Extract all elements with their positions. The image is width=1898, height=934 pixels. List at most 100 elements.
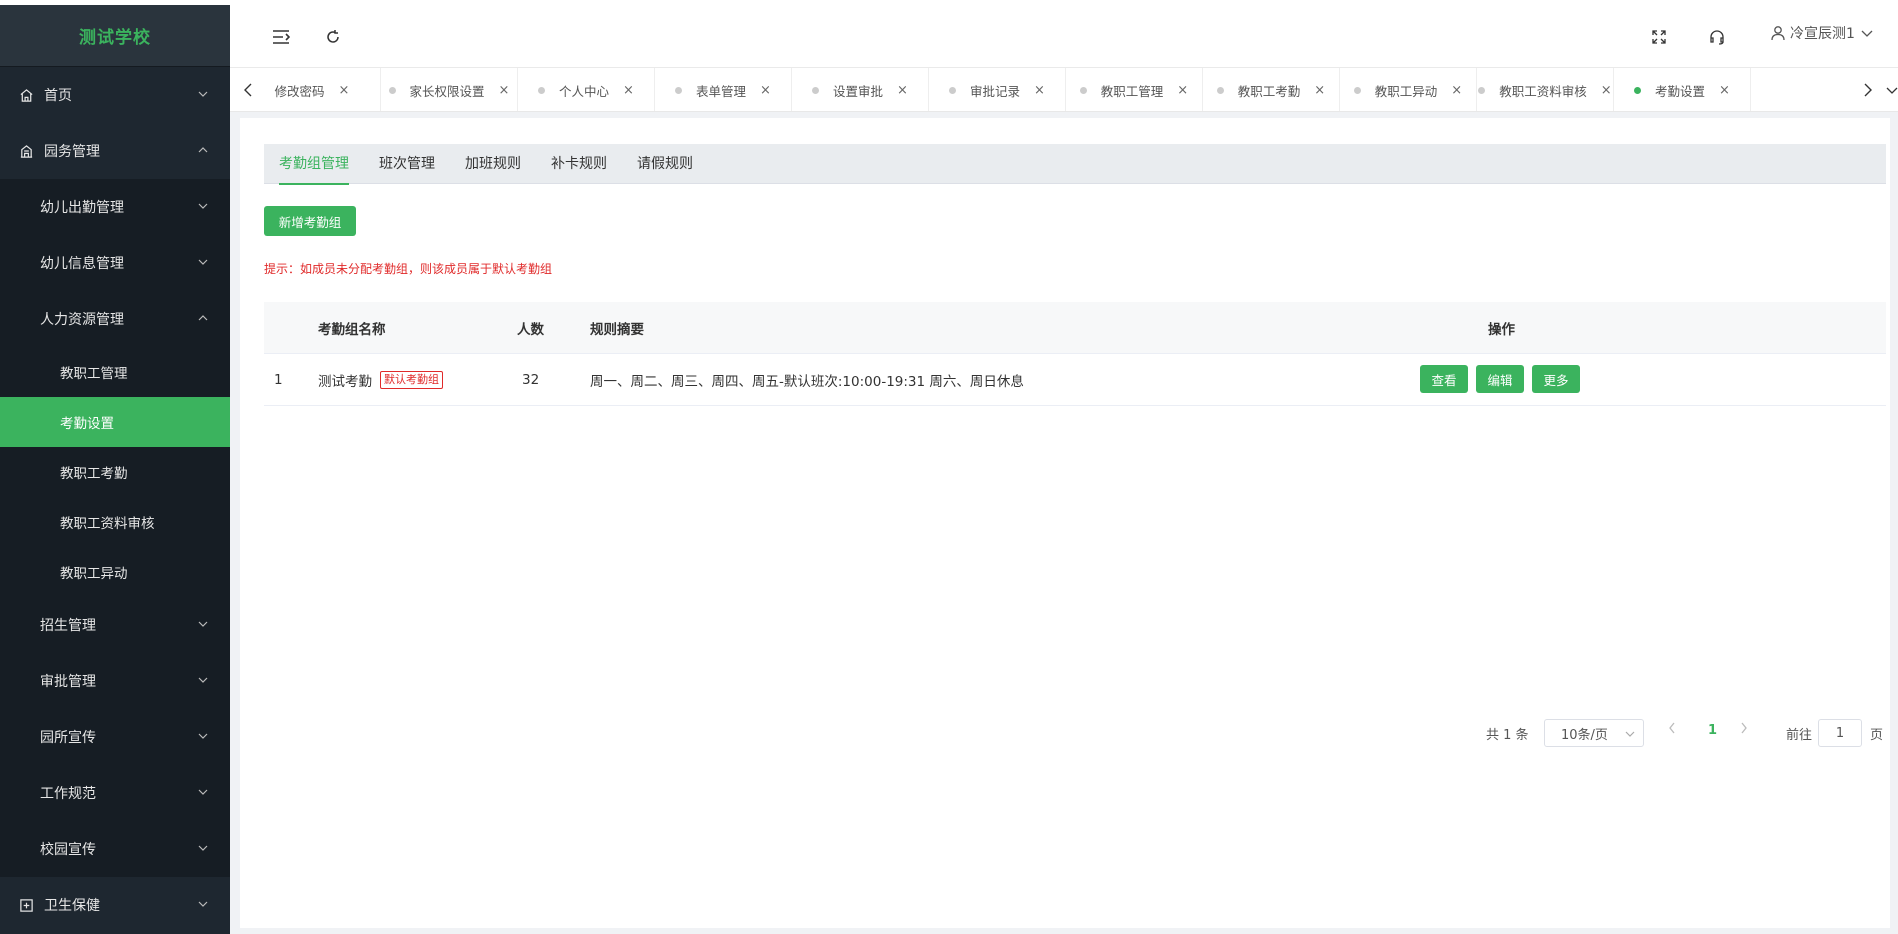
sidebar-item-label: 教职工资料审核	[60, 516, 155, 532]
sidebar-item-label: 人力资源管理	[40, 312, 124, 328]
sidebar-item-label: 首页	[44, 88, 72, 104]
sidebar-item-staff-attendance[interactable]: 教职工考勤	[0, 447, 230, 497]
tab-status-dot	[388, 86, 396, 94]
tab-label: 教职工资料审核	[1499, 83, 1587, 99]
refresh-icon[interactable]	[322, 26, 344, 48]
tabs-scroll-right-icon[interactable]	[1850, 68, 1886, 111]
edit-button[interactable]: 编辑	[1476, 365, 1524, 393]
open-tab[interactable]: 教职工管理 ×	[1066, 68, 1203, 111]
tab-leave-rules[interactable]: 请假规则	[622, 144, 708, 184]
tab-status-dot	[1478, 86, 1486, 94]
open-tab[interactable]: 表单管理 ×	[655, 68, 792, 111]
tab-shifts[interactable]: 班次管理	[364, 144, 450, 184]
pagination-total: 共 1 条	[1486, 728, 1529, 743]
table-row: 1 测试考勤 默认考勤组 32 周一、周二、周三、周四、周五-默认班次:10:0…	[264, 354, 1886, 406]
tab-label: 设置审批	[833, 83, 884, 99]
sidebar-item-staff-review[interactable]: 教职工资料审核	[0, 497, 230, 547]
tab-status-dot	[675, 86, 683, 94]
tab-status-dot	[1216, 86, 1224, 94]
tab-label: 家长权限设置	[409, 83, 485, 99]
tab-attendance-groups[interactable]: 考勤组管理	[264, 144, 364, 185]
close-icon[interactable]: ×	[897, 83, 908, 98]
top-header: 冷宣辰测1	[230, 5, 1898, 68]
sidebar-item-label: 幼儿出勤管理	[40, 200, 124, 216]
column-header-actions: 操作	[1488, 321, 1515, 338]
sidebar: 测试学校 首页 园务管理 幼儿出勤管理 幼儿信息管理 人力资源管理 教职工管理 …	[0, 5, 230, 934]
tab-status-dot	[1634, 86, 1642, 94]
chevron-down-icon	[198, 789, 208, 795]
menu-toggle-icon[interactable]	[270, 26, 292, 48]
close-icon[interactable]: ×	[1034, 83, 1045, 98]
school-name: 测试学校	[0, 5, 230, 67]
building-icon	[18, 143, 34, 159]
current-page-number[interactable]: 1	[1708, 723, 1717, 738]
page-unit-label: 页	[1870, 728, 1884, 743]
sidebar-item-staff-management[interactable]: 教职工管理	[0, 347, 230, 397]
close-icon[interactable]: ×	[1719, 83, 1730, 98]
chevron-down-icon	[198, 901, 208, 907]
sidebar-item-label: 招生管理	[40, 618, 96, 634]
chevron-down-icon	[198, 203, 208, 209]
close-icon[interactable]: ×	[339, 83, 350, 98]
sidebar-item-child-info[interactable]: 幼儿信息管理	[0, 235, 230, 291]
open-tab[interactable]: 个人中心 ×	[518, 68, 655, 111]
tab-overtime-rules[interactable]: 加班规则	[450, 144, 536, 184]
tab-status-dot	[1353, 86, 1361, 94]
next-page-icon[interactable]	[1740, 722, 1748, 734]
headset-icon[interactable]	[1706, 26, 1728, 48]
sidebar-item-child-attendance[interactable]: 幼儿出勤管理	[0, 179, 230, 235]
attendance-sub-tabs: 考勤组管理 班次管理 加班规则 补卡规则 请假规则	[264, 144, 1886, 185]
tabs-dropdown-icon[interactable]	[1886, 68, 1898, 111]
close-icon[interactable]: ×	[1177, 83, 1188, 98]
open-tab[interactable]: 教职工异动 ×	[1340, 68, 1477, 111]
open-tab[interactable]: 家长权限设置 ×	[381, 68, 518, 111]
fullscreen-icon[interactable]	[1648, 26, 1670, 48]
open-tab[interactable]: 教职工资料审核 ×	[1477, 68, 1614, 111]
goto-label: 前往	[1786, 728, 1813, 743]
open-tab[interactable]: 修改密码 ×	[266, 68, 381, 111]
close-icon[interactable]: ×	[1601, 83, 1612, 98]
sidebar-item-enrollment[interactable]: 招生管理	[0, 597, 230, 653]
sidebar-item-staff-changes[interactable]: 教职工异动	[0, 547, 230, 597]
page-size-select[interactable]: 10条/页	[1544, 719, 1644, 747]
tab-label: 个人中心	[559, 83, 610, 99]
row-index: 1	[274, 371, 283, 388]
tabs-scroll-left-icon[interactable]	[230, 68, 266, 111]
close-icon[interactable]: ×	[1314, 83, 1325, 98]
chevron-down-icon	[198, 91, 208, 97]
sidebar-item-school-promo[interactable]: 校园宣传	[0, 821, 230, 877]
view-button[interactable]: 查看	[1420, 365, 1468, 393]
open-tab[interactable]: 审批记录 ×	[929, 68, 1066, 111]
prev-page-icon[interactable]	[1668, 722, 1676, 734]
open-tab[interactable]: 考勤设置 ×	[1614, 68, 1751, 111]
sidebar-item-campus-affairs[interactable]: 园务管理	[0, 123, 230, 179]
add-attendance-group-button[interactable]: 新增考勤组	[264, 206, 356, 236]
close-icon[interactable]: ×	[1451, 83, 1462, 98]
sidebar-item-health[interactable]: 卫生保健	[0, 877, 230, 933]
sidebar-item-work-rules[interactable]: 工作规范	[0, 765, 230, 821]
sidebar-item-label: 工作规范	[40, 786, 96, 802]
sidebar-item-label: 幼儿信息管理	[40, 256, 124, 272]
tab-label: 考勤设置	[1655, 83, 1706, 99]
open-tab[interactable]: 设置审批 ×	[792, 68, 929, 111]
chevron-down-icon	[198, 677, 208, 683]
tabs-track: 修改密码 × 家长权限设置 × 个人中心 × 表单管理 × 设置审批 × 审批记录 × 教职工管理 × 教职…	[266, 68, 1850, 111]
open-tab[interactable]: 教职工考勤 ×	[1203, 68, 1340, 111]
sidebar-item-hr[interactable]: 人力资源管理	[0, 291, 230, 347]
group-name-cell: 测试考勤 默认考勤组	[318, 370, 443, 390]
more-button[interactable]: 更多	[1532, 365, 1580, 393]
sidebar-item-attendance-settings[interactable]: 考勤设置	[0, 397, 230, 447]
user-menu[interactable]: 冷宣辰测1	[1770, 23, 1873, 43]
sidebar-item-approval[interactable]: 审批管理	[0, 653, 230, 709]
tip-text: 提示：如成员未分配考勤组，则该成员属于默认考勤组	[264, 262, 553, 276]
goto-page-input[interactable]: 1	[1818, 719, 1862, 747]
close-icon[interactable]: ×	[760, 83, 771, 98]
sidebar-item-campus-promo[interactable]: 园所宣传	[0, 709, 230, 765]
sidebar-item-label: 园所宣传	[40, 730, 96, 746]
tab-label: 表单管理	[696, 83, 747, 99]
tab-makeup-punch-rules[interactable]: 补卡规则	[536, 144, 622, 184]
chevron-up-icon	[198, 147, 208, 153]
sidebar-item-home[interactable]: 首页	[0, 67, 230, 123]
close-icon[interactable]: ×	[499, 83, 510, 98]
close-icon[interactable]: ×	[623, 83, 634, 98]
